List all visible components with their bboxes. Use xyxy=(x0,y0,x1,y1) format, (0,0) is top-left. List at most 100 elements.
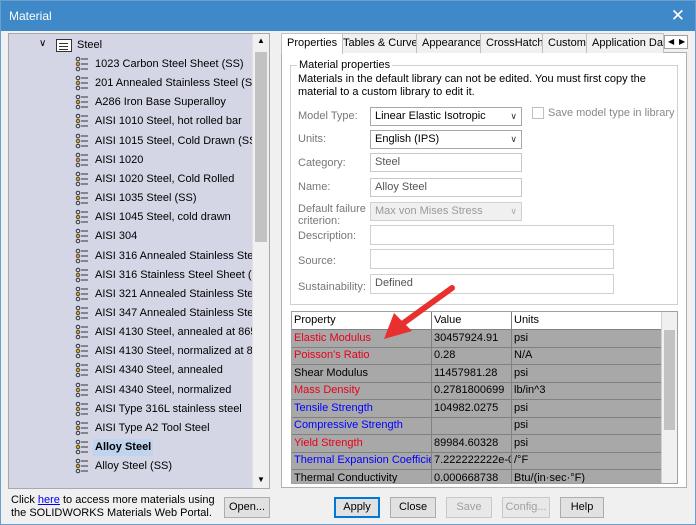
save-model-checkbox[interactable] xyxy=(532,107,544,119)
table-row[interactable]: Thermal Conductivity 0.000668738 Btu/(in·s… xyxy=(292,469,662,483)
tab-crosshatch[interactable]: CrossHatch xyxy=(480,33,550,53)
table-row[interactable]: Elastic Modulus 30457924.91 psi xyxy=(292,329,662,348)
property-value-cell xyxy=(432,417,512,435)
tab-application-data[interactable]: Application Dat xyxy=(586,33,664,53)
table-scrollbar[interactable] xyxy=(661,312,677,483)
tree-item[interactable]: AISI 347 Annealed Stainless Steel (SS xyxy=(9,304,269,323)
chevron-down-icon: ∨ xyxy=(510,206,517,216)
sustainability-label: Sustainability: xyxy=(298,281,366,293)
tree-item[interactable]: AISI 316 Annealed Stainless Steel Ba xyxy=(9,247,269,266)
property-units-cell: psi xyxy=(512,364,662,383)
tree-item-label: Alloy Steel (SS) xyxy=(95,460,173,473)
units-value: English (IPS) xyxy=(375,133,440,145)
close-icon[interactable]: ✕ xyxy=(671,6,685,26)
property-units-cell: psi xyxy=(512,434,662,453)
tree-item[interactable]: AISI 1020 xyxy=(9,151,252,170)
scroll-up-icon[interactable]: ▲ xyxy=(257,36,265,45)
failure-criterion-label: Default failure criterion: xyxy=(298,203,366,227)
source-field[interactable] xyxy=(370,249,614,269)
tree-item[interactable]: AISI 4130 Steel, normalized at 870C xyxy=(9,342,269,361)
tree-item[interactable]: AISI 1045 Steel, cold drawn xyxy=(9,208,252,227)
open-button[interactable]: Open... xyxy=(224,497,270,518)
edit-notice: Materials in the default library can not… xyxy=(298,73,646,98)
material-icon xyxy=(75,171,88,187)
save-button: Save xyxy=(446,497,492,518)
material-icon xyxy=(75,133,88,148)
property-value-cell: 11457981.28 xyxy=(432,364,512,383)
tree-item[interactable]: AISI 316 Stainless Steel Sheet (SS) xyxy=(9,266,269,285)
tree-item[interactable]: AISI Type A2 Tool Steel xyxy=(9,419,252,438)
close-button[interactable]: Close xyxy=(390,497,436,518)
chevron-down-icon[interactable]: ∨ xyxy=(39,38,46,49)
tree-item-label: AISI 316 Annealed Stainless Steel Ba xyxy=(95,249,270,262)
tree-item[interactable]: AISI 1035 Steel (SS) xyxy=(9,189,252,208)
table-row[interactable]: Yield Strength 89984.60328 psi xyxy=(292,434,662,453)
tree-item-label: AISI 1015 Steel, Cold Drawn (SS) xyxy=(95,134,261,147)
config-button: Config... xyxy=(502,497,550,518)
here-link[interactable]: here xyxy=(38,494,60,506)
property-name-cell: Thermal Conductivity xyxy=(292,469,432,483)
tab-scroll-arrows[interactable]: ◀ ▶ xyxy=(664,35,688,49)
tree-item[interactable]: AISI 4340 Steel, normalized xyxy=(9,381,252,400)
material-icon xyxy=(75,439,88,455)
header-units: Units xyxy=(512,312,662,330)
scroll-down-icon[interactable]: ▼ xyxy=(257,475,265,484)
tree-item-label: AISI 1035 Steel (SS) xyxy=(95,192,197,205)
property-units-cell: psi xyxy=(512,399,662,418)
category-field[interactable]: Steel xyxy=(370,153,522,172)
tree-item[interactable]: AISI Type 316L stainless steel xyxy=(9,400,252,419)
table-row[interactable]: Tensile Strength 104982.0275 psi xyxy=(292,399,662,418)
description-label: Description: xyxy=(298,230,357,242)
property-name-cell: Mass Density xyxy=(292,382,432,400)
table-row[interactable]: Poisson's Ratio 0.28 N/A xyxy=(292,347,662,365)
material-icon xyxy=(75,94,88,110)
group-title: Material properties xyxy=(297,59,393,71)
scroll-thumb[interactable] xyxy=(255,52,267,242)
model-type-select[interactable]: Linear Elastic Isotropic ∨ xyxy=(370,107,522,126)
table-row[interactable]: Mass Density 0.2781800699 lb/in^3 xyxy=(292,382,662,400)
table-row[interactable]: Compressive Strength psi xyxy=(292,417,662,435)
property-units-cell: /°F xyxy=(512,452,662,470)
material-icon xyxy=(75,114,88,129)
tree-scrollbar[interactable]: ▲ ▼ xyxy=(252,34,269,488)
tree-item[interactable]: 1023 Carbon Steel Sheet (SS) xyxy=(9,55,252,74)
tab-custom[interactable]: Custom xyxy=(542,33,592,53)
annotation-arrow-icon xyxy=(384,285,455,339)
tree-item[interactable]: AISI 4130 Steel, annealed at 865C xyxy=(9,323,264,342)
material-icon xyxy=(75,458,88,474)
tree-item[interactable]: Alloy Steel (SS) xyxy=(9,457,252,476)
tab-left-icon[interactable]: ◀ xyxy=(668,37,674,46)
tab-appearance[interactable]: Appearance xyxy=(416,33,488,53)
tree-item[interactable]: AISI 1010 Steel, hot rolled bar xyxy=(9,112,252,131)
tree-item-label: AISI 321 Annealed Stainless Steel (SS xyxy=(95,287,270,300)
table-row[interactable]: Shear Modulus 11457981.28 psi xyxy=(292,364,662,383)
tree-item-label: AISI 1020 xyxy=(95,153,144,166)
tree-item[interactable]: AISI 1015 Steel, Cold Drawn (SS) xyxy=(9,132,260,151)
tree-item[interactable]: Alloy Steel xyxy=(9,438,252,457)
name-field[interactable]: Alloy Steel xyxy=(370,178,522,197)
tree-item[interactable]: 201 Annealed Stainless Steel (SS) xyxy=(9,74,263,93)
tab-right-icon[interactable]: ▶ xyxy=(679,37,685,46)
tree-item[interactable]: AISI 321 Annealed Stainless Steel (SS xyxy=(9,285,269,304)
tree-item-label: A286 Iron Base Superalloy xyxy=(95,96,226,109)
property-name-cell: Tensile Strength xyxy=(292,399,432,418)
tree-item[interactable]: A286 Iron Base Superalloy xyxy=(9,93,252,112)
table-row[interactable]: Thermal Expansion Coefficient 7.222222222… xyxy=(292,452,662,470)
tree-item-label: Alloy Steel xyxy=(93,439,154,456)
units-select[interactable]: English (IPS) ∨ xyxy=(370,130,522,149)
tree-item[interactable]: AISI 4340 Steel, annealed xyxy=(9,361,252,380)
failure-label-line1: Default failure xyxy=(298,203,366,215)
apply-button[interactable]: Apply xyxy=(334,497,380,518)
tree-item[interactable]: AISI 1020 Steel, Cold Rolled xyxy=(9,170,252,189)
chevron-down-icon: ∨ xyxy=(510,134,517,144)
table-scroll-thumb[interactable] xyxy=(664,330,675,430)
description-field[interactable] xyxy=(370,225,614,245)
tab-properties[interactable]: Properties xyxy=(281,33,344,54)
material-icon xyxy=(75,286,88,302)
tree-item-label: AISI 1020 Steel, Cold Rolled xyxy=(95,172,235,185)
help-button[interactable]: Help xyxy=(560,497,604,518)
tree-item-label: AISI 4130 Steel, normalized at 870C xyxy=(95,345,270,358)
tree-item-label: AISI 4130 Steel, annealed at 865C xyxy=(95,326,265,339)
tree-item[interactable]: AISI 304 xyxy=(9,227,252,246)
material-icon xyxy=(75,267,88,282)
